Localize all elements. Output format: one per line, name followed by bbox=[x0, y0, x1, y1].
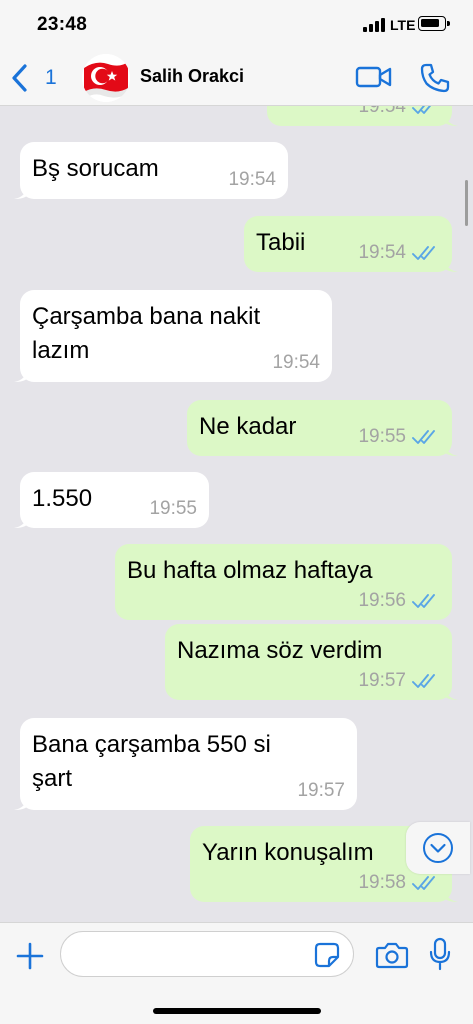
bubble-tail bbox=[14, 368, 28, 382]
bubble-tail bbox=[444, 888, 458, 902]
microphone-icon bbox=[429, 937, 451, 971]
plus-icon bbox=[16, 942, 44, 970]
double-check-icon bbox=[412, 430, 435, 444]
avatar[interactable] bbox=[82, 54, 130, 102]
message-time: 19:54 bbox=[358, 106, 406, 117]
message-bubble-incoming[interactable]: Bana çarşamba 550 si şart 19:57 bbox=[14, 718, 357, 810]
status-time: 23:48 bbox=[37, 14, 88, 35]
message-bubble-outgoing[interactable]: Ne kadar 19:55 bbox=[187, 400, 458, 456]
turkish-flag-avatar-icon bbox=[82, 54, 130, 102]
message-bubble-outgoing[interactable]: Tabii 19:54 bbox=[244, 216, 458, 272]
battery-icon bbox=[418, 16, 450, 31]
message-time: 19:57 bbox=[358, 670, 406, 691]
message-bubble-outgoing[interactable]: 19:54 bbox=[267, 106, 458, 126]
message-time: 19:55 bbox=[149, 498, 197, 519]
bubble-tail bbox=[14, 185, 28, 199]
bubble-tail bbox=[444, 686, 458, 700]
home-indicator[interactable] bbox=[153, 1008, 321, 1014]
message-meta: 19:56 bbox=[358, 590, 440, 612]
attach-button[interactable] bbox=[14, 940, 46, 972]
message-text: Yarın konuşalım bbox=[202, 839, 374, 866]
message-text: Bu hafta olmaz haftaya bbox=[127, 557, 373, 584]
contact-name[interactable]: Salih Orakci bbox=[140, 66, 244, 87]
message-bubble-outgoing[interactable]: Bu hafta olmaz haftaya 19:56 bbox=[115, 544, 452, 620]
message-meta: 19:55 bbox=[149, 498, 197, 520]
message-time: 19:54 bbox=[358, 242, 406, 263]
message-time: 19:54 bbox=[272, 352, 320, 373]
chevron-left-icon bbox=[12, 64, 27, 92]
sticker-icon bbox=[314, 942, 340, 968]
message-input[interactable] bbox=[60, 931, 354, 977]
signal-icon bbox=[363, 18, 385, 32]
microphone-button[interactable] bbox=[428, 937, 452, 971]
chevron-down-circle-icon bbox=[423, 833, 453, 863]
sticker-button[interactable] bbox=[314, 942, 340, 968]
message-meta: 19:55 bbox=[358, 426, 440, 448]
scroll-to-bottom-button[interactable] bbox=[406, 822, 470, 874]
double-check-icon bbox=[412, 594, 435, 608]
chat-header: 1 Salih Orakci bbox=[0, 50, 473, 106]
message-bubble-incoming[interactable]: Bş sorucam 19:54 bbox=[14, 142, 288, 199]
bubble-tail bbox=[444, 112, 458, 126]
message-meta: 19:54 bbox=[358, 242, 440, 264]
message-text: Nazıma söz verdim bbox=[177, 637, 383, 664]
bubble-tail bbox=[14, 796, 28, 810]
message-time: 19:55 bbox=[358, 426, 406, 447]
status-bar: 23:48 LTE bbox=[0, 0, 473, 50]
double-check-icon bbox=[412, 674, 435, 688]
composer-bar bbox=[0, 922, 473, 1024]
message-time: 19:58 bbox=[358, 872, 406, 893]
bubble-tail bbox=[444, 258, 458, 272]
bubble-tail bbox=[444, 442, 458, 456]
message-time: 19:56 bbox=[358, 590, 406, 611]
unread-count: 1 bbox=[45, 66, 57, 89]
message-meta: 19:57 bbox=[358, 670, 440, 692]
bubble-tail bbox=[14, 514, 28, 528]
double-check-icon bbox=[412, 246, 435, 260]
back-button[interactable]: 1 bbox=[8, 58, 68, 98]
camera-button[interactable] bbox=[375, 941, 409, 969]
network-label: LTE bbox=[390, 17, 416, 33]
video-camera-icon bbox=[355, 66, 392, 88]
message-bubble-outgoing[interactable]: Nazıma söz verdim 19:57 bbox=[165, 624, 458, 700]
double-check-icon bbox=[412, 106, 432, 114]
message-bubble-incoming[interactable]: 1.550 19:55 bbox=[14, 472, 209, 528]
message-meta: 19:54 bbox=[272, 352, 320, 374]
chat-area[interactable]: 19:54 Bş sorucam 19:54 Tabii 19:54 Çarşa… bbox=[0, 106, 473, 922]
double-check-icon bbox=[412, 876, 435, 890]
message-meta: 19:58 bbox=[358, 872, 440, 894]
scrollbar[interactable] bbox=[465, 180, 468, 226]
message-bubble-incoming[interactable]: Çarşamba bana nakit lazım 19:54 bbox=[14, 290, 332, 382]
message-meta: 19:54 bbox=[358, 106, 440, 118]
message-time: 19:57 bbox=[297, 780, 345, 801]
message-time: 19:54 bbox=[228, 169, 276, 190]
phone-icon bbox=[420, 63, 450, 93]
camera-icon bbox=[375, 942, 409, 969]
message-meta: 19:57 bbox=[297, 780, 345, 802]
video-call-button[interactable] bbox=[354, 62, 394, 92]
message-meta: 19:54 bbox=[228, 169, 276, 191]
voice-call-button[interactable] bbox=[418, 61, 452, 95]
